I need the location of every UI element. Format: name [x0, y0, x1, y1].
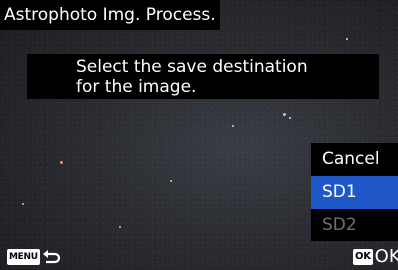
- sd2-option[interactable]: SD2: [311, 209, 398, 241]
- star: [170, 180, 172, 182]
- menu-badge: MENU: [7, 249, 40, 265]
- screen-title: Astrophoto Img. Process.: [0, 0, 220, 30]
- dialog-message-line: Select the save destination: [76, 57, 308, 77]
- menu-back-button[interactable]: MENU: [7, 248, 61, 266]
- star: [60, 161, 63, 164]
- sd1-option[interactable]: SD1: [311, 176, 398, 209]
- star: [119, 226, 121, 228]
- cancel-option[interactable]: Cancel: [311, 143, 398, 176]
- star: [346, 38, 348, 40]
- dialog-message-line: for the image.: [76, 77, 197, 97]
- ok-label: OK: [374, 246, 398, 267]
- star: [289, 117, 291, 119]
- destination-menu: Cancel SD1 SD2: [311, 143, 398, 241]
- star: [232, 125, 234, 127]
- dialog-message: Select the save destination for the imag…: [27, 54, 379, 99]
- ok-button[interactable]: OK OK: [353, 246, 398, 268]
- camera-screen: Astrophoto Img. Process. Select the save…: [0, 0, 398, 270]
- star: [22, 203, 24, 205]
- return-arrow-icon: [42, 250, 60, 264]
- star: [283, 113, 286, 116]
- ok-badge: OK: [353, 249, 373, 265]
